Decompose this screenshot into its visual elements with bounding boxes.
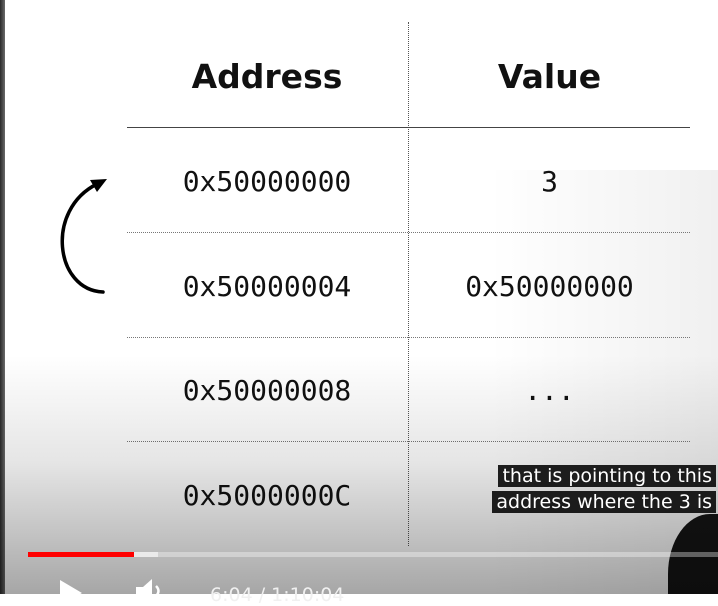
caption-line: address where the 3 is xyxy=(492,491,716,513)
address-cell: 0x50000000 xyxy=(182,165,352,198)
time-display: 6:04 / 1:10:04 xyxy=(210,584,345,606)
progress-played xyxy=(28,552,134,557)
pointer-arrow-icon xyxy=(60,179,107,294)
table-row-divider xyxy=(127,232,690,233)
address-cell: 0x5000000C xyxy=(182,479,352,512)
table-row-divider xyxy=(127,337,690,338)
volume-icon[interactable] xyxy=(136,578,170,604)
address-column-header: Address xyxy=(191,57,343,96)
value-column-header: Value xyxy=(497,57,602,96)
player-controls: 6:04 / 1:10:04 xyxy=(0,566,718,606)
play-icon[interactable] xyxy=(58,580,84,606)
caption-line: that is pointing to this xyxy=(498,465,716,487)
value-cell: ... xyxy=(524,374,575,407)
address-cell: 0x50000004 xyxy=(182,270,352,303)
address-cell: 0x50000008 xyxy=(182,374,352,407)
value-cell: 0x50000000 xyxy=(465,270,634,303)
table-header-rule xyxy=(127,127,690,128)
table-row-divider xyxy=(127,441,690,442)
subtitle-caption: that is pointing to this address where t… xyxy=(492,463,716,515)
value-cell: 3 xyxy=(541,165,558,198)
progress-bar[interactable] xyxy=(28,552,718,557)
